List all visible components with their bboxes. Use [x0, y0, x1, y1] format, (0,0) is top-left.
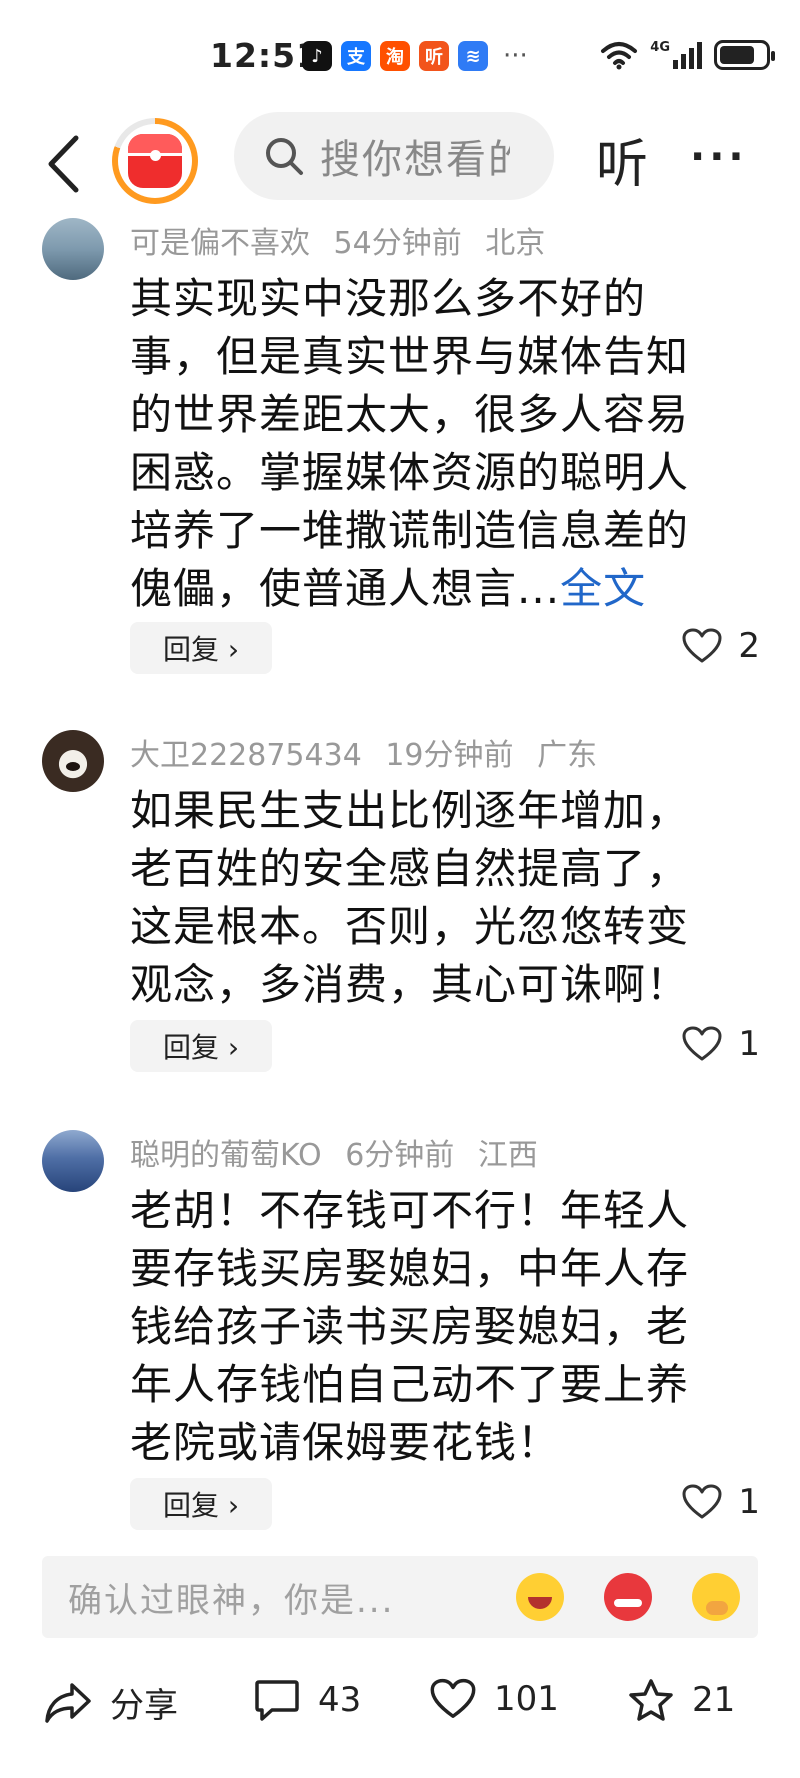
comment-time: 6分钟前 — [345, 1138, 455, 1173]
comment-username[interactable]: 聪明的葡萄KO — [130, 1138, 322, 1173]
comment-username[interactable]: 可是偏不喜欢 — [130, 226, 310, 261]
listen-button[interactable]: 听 — [596, 122, 648, 197]
star-icon — [629, 1679, 673, 1721]
comment-text: 如果民生支出比例逐年增加，老百姓的安全感自然提高了，这是根本。否则，光忽悠转变观… — [130, 782, 730, 1014]
avatar[interactable] — [42, 218, 104, 280]
reply-button[interactable]: 回复 › — [130, 1020, 272, 1072]
comment-icon — [255, 1680, 299, 1721]
comment-meta: 聪明的葡萄KO 6分钟前 江西 — [130, 1130, 552, 1174]
share-label: 分享 — [110, 1686, 178, 1726]
favorite-button[interactable]: 21 — [628, 1678, 735, 1722]
search-placeholder: 搜你想看的 — [320, 137, 510, 183]
comment-text: 其实现实中没那么多不好的事，但是真实世界与媒体告知的世界差距太大，很多人容易困惑… — [130, 270, 730, 618]
like-button[interactable]: 2 — [682, 626, 760, 666]
comments-button[interactable]: 43 — [254, 1678, 361, 1722]
network-type-label: 4G — [650, 39, 670, 55]
like-button[interactable]: 1 — [682, 1482, 760, 1522]
alipay-icon: 支 — [341, 41, 371, 71]
search-input[interactable]: 搜你想看的 — [234, 112, 554, 200]
heart-icon — [682, 1484, 722, 1519]
tiktok-icon: ♪ — [302, 41, 332, 71]
more-options-button[interactable]: ··· — [690, 134, 748, 180]
share-button[interactable]: 分享 — [44, 1678, 178, 1727]
comment-meta: 可是偏不喜欢 54分钟前 北京 — [130, 218, 559, 262]
comment-time: 19分钟前 — [385, 738, 514, 773]
avatar[interactable] — [42, 730, 104, 792]
reply-button[interactable]: 回复 › — [130, 622, 272, 674]
comment-location: 广东 — [537, 738, 598, 773]
comment-time: 54分钟前 — [333, 226, 462, 261]
profile-avatar-button[interactable] — [112, 118, 198, 204]
giggle-emoji-icon[interactable] — [692, 1573, 740, 1621]
comments-count: 43 — [318, 1680, 362, 1720]
comment-text: 老胡！不存钱可不行！年轻人要存钱买房娶媳妇，中年人存钱给孩子读书买房娶媳妇，老年… — [130, 1182, 730, 1472]
like-count: 1 — [738, 1482, 760, 1522]
comment-body: 其实现实中没那么多不好的事，但是真实世界与媒体告知的世界差距太大，很多人容易困惑… — [130, 274, 690, 613]
voice-icon: ≋ — [458, 41, 488, 71]
search-icon — [266, 138, 303, 175]
favorites-count: 21 — [692, 1680, 736, 1720]
comment-body: 老胡！不存钱可不行！年轻人要存钱买房娶媳妇，中年人存钱给孩子读书买房娶媳妇，老年… — [130, 1186, 690, 1467]
comment-input[interactable]: 确认过眼神，你是... — [42, 1556, 758, 1638]
heart-icon — [682, 628, 722, 663]
laugh-emoji-icon[interactable] — [516, 1573, 564, 1621]
comment-location: 北京 — [485, 226, 546, 261]
chevron-left-icon — [48, 135, 79, 193]
like-count: 1 — [738, 1024, 760, 1064]
signal-icon — [673, 42, 702, 69]
like-button[interactable]: 1 — [682, 1024, 760, 1064]
status-more-icon: ··· — [503, 41, 528, 71]
comment-input-placeholder: 确认过眼神，你是... — [68, 1580, 395, 1621]
likes-count: 101 — [494, 1679, 559, 1719]
status-indicators: 4G — [600, 39, 775, 70]
avatar[interactable] — [42, 1130, 104, 1192]
bottom-action-bar: 分享 43 101 21 — [0, 1660, 800, 1760]
ximalaya-icon: 听 — [419, 41, 449, 71]
battery-icon — [714, 40, 775, 70]
comment-location: 江西 — [477, 1138, 538, 1173]
share-icon — [45, 1682, 91, 1723]
comment-body: 如果民生支出比例逐年增加，老百姓的安全感自然提高了，这是根本。否则，光忽悠转变观… — [130, 786, 690, 1009]
angry-emoji-icon[interactable] — [604, 1573, 652, 1621]
like-post-button[interactable]: 101 — [430, 1678, 559, 1720]
reply-button[interactable]: 回复 › — [130, 1478, 272, 1530]
comment-meta: 大卫222875434 19分钟前 广东 — [130, 730, 611, 774]
wifi-icon — [601, 42, 638, 70]
heart-icon — [682, 1026, 722, 1061]
like-count: 2 — [738, 626, 760, 666]
top-navigation: 搜你想看的 听 ··· — [0, 112, 800, 218]
back-button[interactable] — [38, 126, 88, 202]
heart-icon — [430, 1678, 476, 1718]
expand-full-text-link[interactable]: 全文 — [560, 564, 646, 613]
status-app-icons: ♪ 支 淘 听 ≋ ··· — [302, 41, 528, 71]
status-bar: 12:51 ♪ 支 淘 听 ≋ ··· 4G — [0, 0, 800, 116]
app-logo-icon — [128, 134, 182, 188]
taobao-icon: 淘 — [380, 41, 410, 71]
comment-username[interactable]: 大卫222875434 — [130, 738, 362, 773]
